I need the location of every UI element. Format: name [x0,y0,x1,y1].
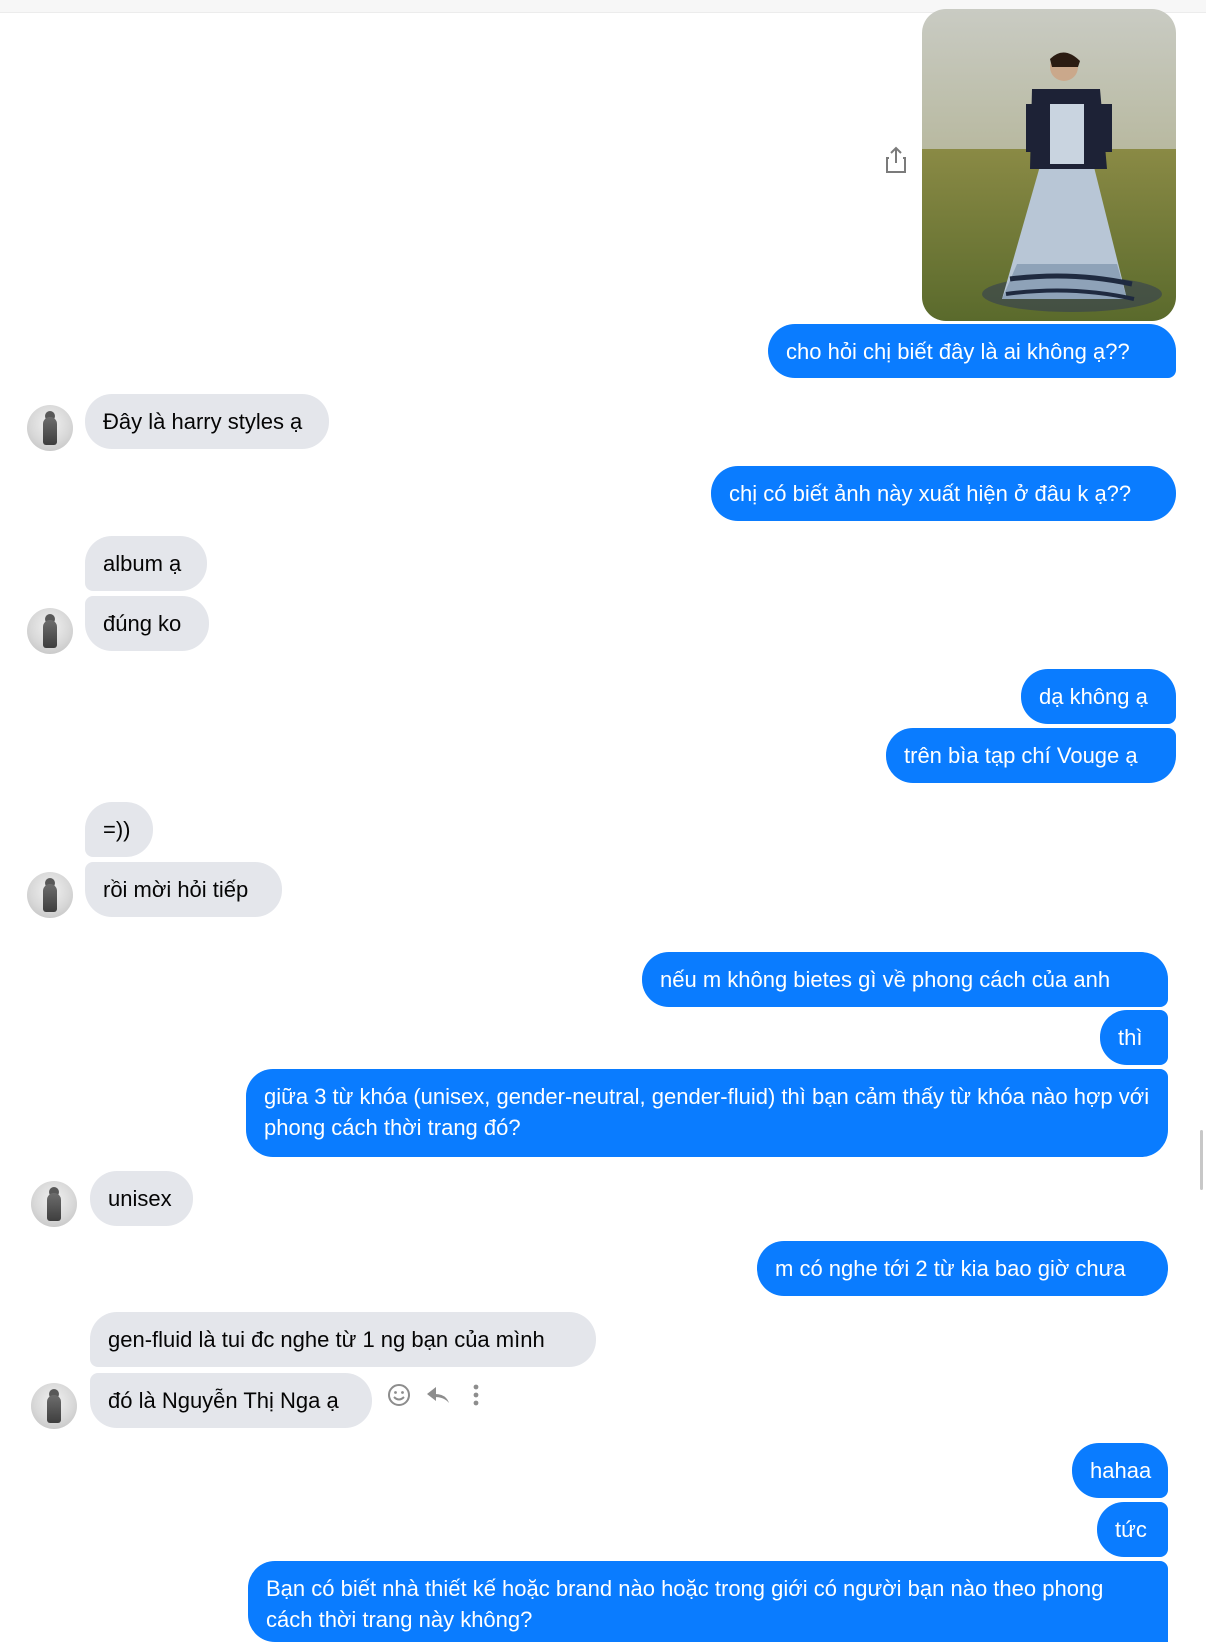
share-icon[interactable] [883,145,909,175]
avatar[interactable] [27,872,73,918]
scrollbar-thumb[interactable] [1200,1130,1203,1190]
photo-image [922,9,1176,321]
shared-photo[interactable] [922,9,1176,321]
message-outgoing[interactable]: giữa 3 từ khóa (unisex, gender-neutral, … [246,1069,1168,1157]
message-outgoing[interactable]: cho hỏi chị biết đây là ai không ạ?? [768,324,1176,378]
message-incoming[interactable]: đúng ko [85,596,209,651]
message-incoming[interactable]: unisex [90,1171,193,1226]
message-outgoing[interactable]: Bạn có biết nhà thiết kế hoặc brand nào … [248,1561,1168,1642]
message-incoming[interactable]: Đây là harry styles ạ [85,394,329,449]
avatar[interactable] [27,405,73,451]
message-outgoing[interactable]: hahaa [1072,1443,1168,1498]
reply-icon[interactable] [424,1382,452,1408]
avatar[interactable] [27,608,73,654]
message-outgoing[interactable]: trên bìa tạp chí Vouge ạ [886,728,1176,783]
message-outgoing[interactable]: chị có biết ảnh này xuất hiện ở đâu k ạ?… [711,466,1176,521]
message-incoming[interactable]: =)) [85,802,153,857]
message-incoming[interactable]: gen-fluid là tui đc nghe từ 1 ng bạn của… [90,1312,596,1367]
message-outgoing[interactable]: dạ không ạ [1021,669,1176,724]
avatar[interactable] [31,1181,77,1227]
smiley-icon[interactable] [386,1382,412,1408]
message-outgoing[interactable]: nếu m không bietes gì về phong cách của … [642,952,1168,1007]
message-outgoing[interactable]: tức [1097,1502,1168,1557]
avatar[interactable] [31,1383,77,1429]
message-incoming[interactable]: album ạ [85,536,207,591]
message-outgoing[interactable]: thì [1100,1010,1168,1065]
message-incoming[interactable]: rồi mời hỏi tiếp [85,862,282,917]
message-outgoing[interactable]: m có nghe tới 2 từ kia bao giờ chưa [757,1241,1168,1296]
more-vertical-icon[interactable] [470,1382,482,1408]
message-incoming[interactable]: đó là Nguyễn Thị Nga ạ [90,1373,372,1428]
